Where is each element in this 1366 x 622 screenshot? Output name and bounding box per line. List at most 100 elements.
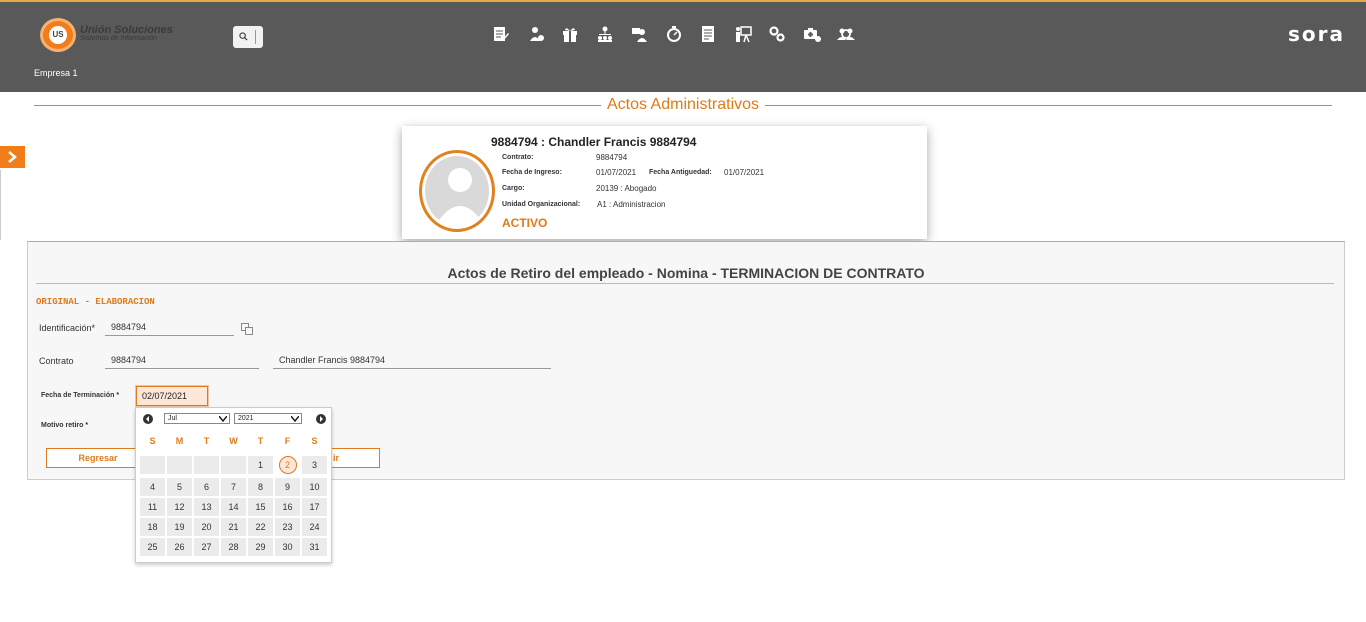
motivo-retiro-label: Motivo retiro * bbox=[41, 422, 89, 429]
year-select[interactable]: 2021 bbox=[234, 413, 302, 424]
calendar-day[interactable]: 29 bbox=[248, 538, 273, 556]
weekday-header: T bbox=[257, 436, 264, 446]
contrato-label: Contrato: bbox=[502, 154, 534, 161]
calendar-day[interactable]: 22 bbox=[248, 518, 273, 536]
employee-name: 9884794 : Chandler Francis 9884794 bbox=[491, 135, 697, 149]
group-search-icon[interactable] bbox=[829, 22, 864, 46]
calendar-day[interactable]: 15 bbox=[248, 498, 273, 516]
person-money-icon[interactable] bbox=[519, 22, 554, 46]
calendar-day[interactable]: 19 bbox=[167, 518, 192, 536]
weekday-header: W bbox=[229, 436, 238, 446]
copy-icon[interactable] bbox=[241, 322, 253, 340]
identificacion-label: Identificación* bbox=[39, 323, 96, 333]
calendar-day[interactable]: 8 bbox=[248, 478, 273, 496]
form-divider bbox=[36, 283, 1334, 284]
page-title: Actos Administrativos bbox=[34, 96, 1332, 114]
top-header: US Unión Soluciones Sistemas de Informac… bbox=[0, 0, 1366, 92]
calendar-day[interactable]: 27 bbox=[194, 538, 219, 556]
gift-icon[interactable] bbox=[553, 22, 588, 46]
sidebar-edge bbox=[0, 170, 1, 240]
contrato-value: 9884794 bbox=[596, 153, 628, 162]
document-state: ORIGINAL - ELABORACION bbox=[36, 297, 155, 307]
report-icon[interactable] bbox=[691, 22, 726, 46]
search-icon bbox=[239, 32, 248, 41]
cargo-value: 20139 : Abogado bbox=[596, 184, 657, 193]
calendar-day[interactable]: 11 bbox=[140, 498, 165, 516]
calendar-day[interactable]: 1 bbox=[248, 456, 273, 474]
page-title-bar: Actos Administrativos bbox=[34, 94, 1332, 116]
fecha-terminacion-label: Fecha de Terminación * bbox=[41, 392, 120, 399]
user-placeholder-icon bbox=[435, 168, 485, 226]
month-select[interactable]: Jul bbox=[164, 413, 230, 424]
weekday-header: T bbox=[203, 436, 210, 446]
calendar-day[interactable]: 31 bbox=[302, 538, 327, 556]
calendar-day[interactable]: 4 bbox=[140, 478, 165, 496]
fecha-terminacion-input[interactable]: 02/07/2021 bbox=[135, 385, 209, 407]
calendar-day[interactable]: 13 bbox=[194, 498, 219, 516]
calendar-day[interactable]: 18 bbox=[140, 518, 165, 536]
calendar-day[interactable]: 5 bbox=[167, 478, 192, 496]
unidad-value: A1 : Administracion bbox=[597, 200, 666, 209]
calendar-day[interactable]: 16 bbox=[275, 498, 300, 516]
prev-month-button[interactable] bbox=[143, 414, 153, 424]
chevron-right-icon bbox=[320, 416, 323, 422]
presentation-icon[interactable] bbox=[726, 22, 761, 46]
main-toolbar bbox=[484, 22, 864, 46]
identificacion-field[interactable]: 9884794 bbox=[105, 320, 234, 336]
calendar-day[interactable]: 17 bbox=[302, 498, 327, 516]
chevron-down-icon bbox=[291, 416, 299, 422]
logo-mark: US bbox=[49, 26, 67, 44]
antiguedad-value: 01/07/2021 bbox=[724, 168, 765, 177]
calendar-day[interactable]: 14 bbox=[221, 498, 246, 516]
calendar-day[interactable]: 10 bbox=[302, 478, 327, 496]
health-kit-icon[interactable] bbox=[795, 22, 830, 46]
contrato-label: Contrato bbox=[39, 356, 74, 366]
avatar bbox=[419, 150, 495, 232]
next-month-button[interactable] bbox=[316, 414, 326, 424]
calendar-blank-cell bbox=[140, 456, 165, 474]
contrato-name-field[interactable]: Chandler Francis 9884794 bbox=[273, 353, 551, 369]
calendar-day[interactable]: 23 bbox=[275, 518, 300, 536]
calendar-day[interactable]: 9 bbox=[275, 478, 300, 496]
person-card-icon[interactable] bbox=[622, 22, 657, 46]
stopwatch-icon[interactable] bbox=[657, 22, 692, 46]
calendar-day[interactable]: 12 bbox=[167, 498, 192, 516]
ingreso-label: Fecha de Ingreso: bbox=[502, 169, 562, 176]
calendar-day[interactable]: 6 bbox=[194, 478, 219, 496]
calendar-day[interactable]: 2 bbox=[275, 456, 300, 474]
org-chart-icon[interactable] bbox=[588, 22, 623, 46]
calendar-day[interactable]: 25 bbox=[140, 538, 165, 556]
calendar-day[interactable]: 28 bbox=[221, 538, 246, 556]
contrato-field[interactable]: 9884794 bbox=[105, 353, 259, 369]
antiguedad-label: Fecha Antiguedad: bbox=[649, 169, 712, 176]
weekday-header: S bbox=[149, 436, 156, 446]
brand-logo[interactable]: sora bbox=[1288, 22, 1345, 46]
search-separator bbox=[255, 30, 256, 44]
selected-day[interactable]: 2 bbox=[278, 456, 297, 474]
calendar-blank-cell bbox=[221, 456, 246, 474]
calendar-day[interactable]: 30 bbox=[275, 538, 300, 556]
calendar-day[interactable]: 21 bbox=[221, 518, 246, 536]
calendar-day[interactable]: 20 bbox=[194, 518, 219, 536]
calendar-day[interactable]: 3 bbox=[302, 456, 327, 474]
weekday-header: S bbox=[311, 436, 318, 446]
gears-icon[interactable] bbox=[760, 22, 795, 46]
logo-text: Unión Soluciones Sistemas de Información bbox=[80, 24, 173, 42]
calendar-blank-cell bbox=[167, 456, 192, 474]
calendar-day[interactable]: 26 bbox=[167, 538, 192, 556]
date-picker: Jul 2021 S M T W T F S 1 2 3 4 5 6 7 8 9 10 11 12 13 14 15 16 1… bbox=[135, 407, 332, 563]
employee-card: 9884794 : Chandler Francis 9884794 Contr… bbox=[402, 126, 927, 239]
company-logo[interactable]: US bbox=[40, 18, 76, 52]
calendar-day[interactable]: 7 bbox=[221, 478, 246, 496]
company-name: Empresa 1 bbox=[34, 68, 78, 78]
calendar-blank-cell bbox=[194, 456, 219, 474]
search-button[interactable] bbox=[233, 26, 263, 48]
ingreso-value: 01/07/2021 bbox=[596, 168, 637, 177]
weekday-header: F bbox=[284, 436, 291, 446]
status-badge: ACTIVO bbox=[502, 216, 548, 230]
weekday-header: M bbox=[175, 436, 184, 446]
edit-document-icon[interactable] bbox=[484, 22, 519, 46]
sidebar-toggle[interactable] bbox=[0, 146, 25, 168]
calendar-day[interactable]: 24 bbox=[302, 518, 327, 536]
logo-subtitle: Sistemas de Información bbox=[80, 35, 158, 42]
